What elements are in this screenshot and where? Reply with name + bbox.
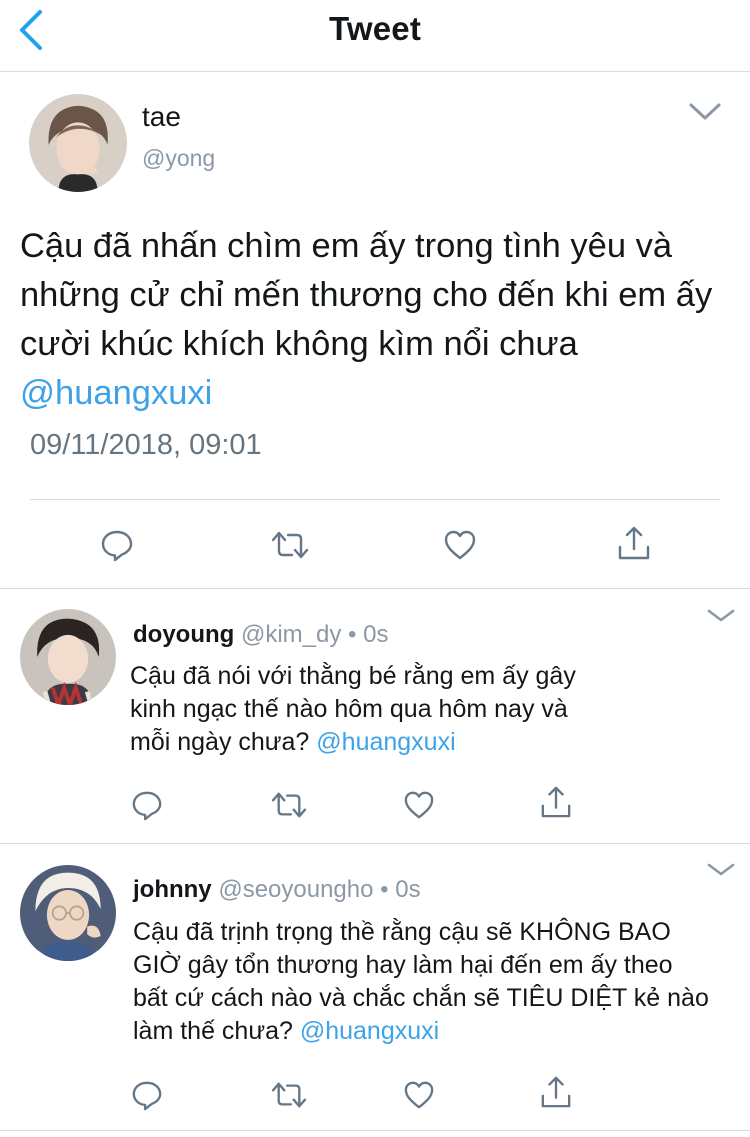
author-name[interactable]: johnny: [133, 876, 212, 903]
avatar-image: [20, 865, 116, 961]
reply-button[interactable]: [131, 1079, 163, 1111]
share-button[interactable]: [540, 785, 572, 819]
divider: [30, 499, 720, 500]
mention-link[interactable]: @huangxuxi: [316, 728, 455, 756]
tweet-text: Cậu đã nhấn chìm em ấy trong tình yêu và…: [20, 222, 740, 418]
like-button[interactable]: [403, 790, 435, 820]
reply-button[interactable]: [100, 528, 134, 562]
share-button[interactable]: [540, 1075, 572, 1109]
retweet-icon: [271, 1082, 307, 1108]
section-divider: [0, 588, 750, 589]
avatar-image: [29, 94, 127, 192]
mention-link[interactable]: @huangxuxi: [300, 1017, 439, 1045]
relative-time: 0s: [363, 621, 389, 648]
reply-header: johnny @seoyoungho • 0s: [133, 876, 421, 904]
share-button[interactable]: [617, 525, 651, 561]
like-button[interactable]: [403, 1080, 435, 1110]
section-divider: [0, 1130, 750, 1131]
more-options-button[interactable]: [706, 862, 736, 878]
retweet-button[interactable]: [270, 1080, 308, 1110]
retweet-icon: [271, 531, 309, 559]
share-icon: [541, 1076, 571, 1108]
heart-icon: [444, 530, 476, 560]
avatar[interactable]: [20, 609, 116, 705]
avatar-image: [20, 609, 116, 705]
page-title: Tweet: [328, 10, 422, 47]
relative-time: 0s: [395, 876, 421, 903]
separator-dot: •: [380, 876, 389, 903]
chevron-down-icon: [707, 609, 735, 622]
mention-link[interactable]: @huangxuxi: [20, 374, 212, 412]
reply-header: doyoung @kim_dy • 0s: [133, 621, 388, 649]
chevron-down-icon: [707, 863, 735, 876]
author-handle[interactable]: @kim_dy: [241, 621, 341, 648]
share-icon: [541, 786, 571, 818]
share-icon: [618, 526, 650, 560]
speech-bubble-icon: [101, 530, 133, 562]
tweet-body: Cậu đã nhấn chìm em ấy trong tình yêu và…: [20, 227, 713, 363]
tweet-text: Cậu đã nói với thằng bé rằng em ấy gây k…: [130, 660, 600, 759]
more-options-button[interactable]: [706, 608, 736, 624]
speech-bubble-icon: [132, 1081, 162, 1111]
chevron-down-icon: [689, 103, 721, 120]
section-divider: [0, 843, 750, 844]
like-button[interactable]: [443, 529, 477, 561]
author-handle[interactable]: @seoyoungho: [218, 876, 373, 903]
more-options-button[interactable]: [688, 102, 722, 122]
tweet-text: Cậu đã trịnh trọng thề rằng cậu sẽ KHÔNG…: [133, 916, 713, 1048]
author-name[interactable]: tae: [142, 101, 181, 133]
speech-bubble-icon: [132, 791, 162, 821]
avatar[interactable]: [20, 865, 116, 961]
author-name[interactable]: doyoung: [133, 621, 234, 648]
reply-button[interactable]: [131, 789, 163, 821]
retweet-button[interactable]: [270, 790, 308, 820]
retweet-icon: [271, 792, 307, 818]
author-handle[interactable]: @yong: [142, 145, 215, 172]
navigation-bar: Tweet: [0, 0, 750, 72]
heart-icon: [404, 791, 434, 819]
separator-dot: •: [348, 621, 357, 648]
timestamp: 09/11/2018, 09:01: [30, 429, 262, 461]
retweet-button[interactable]: [270, 529, 310, 561]
avatar[interactable]: [29, 94, 127, 192]
heart-icon: [404, 1081, 434, 1109]
